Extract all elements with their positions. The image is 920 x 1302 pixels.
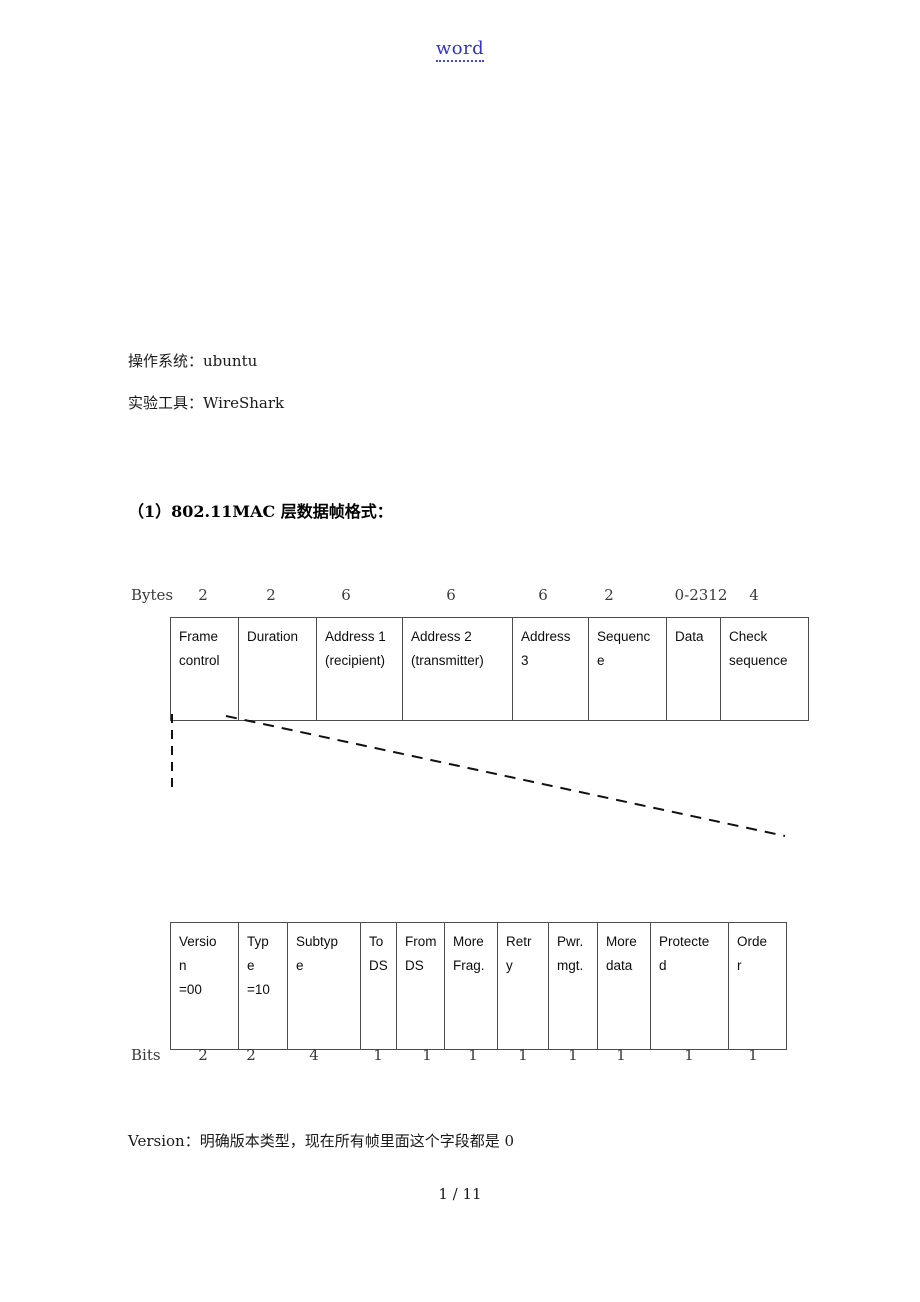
bits-value: 1 (616, 1046, 626, 1064)
section-heading: （1）802.11MAC 层数据帧格式： (128, 502, 393, 521)
cell-check-sequence: Check sequence (720, 617, 809, 721)
cell-data: Data (666, 617, 721, 721)
word-doc-link-label: word (435, 38, 485, 62)
cell-duration: Duration (238, 617, 317, 721)
bits-measure-row: Bits 2 2 4 1 1 1 1 1 1 1 1 (131, 1046, 831, 1068)
bits-value: 2 (246, 1046, 256, 1064)
table-row: Frame control Duration Address 1 (recipien… (170, 617, 809, 721)
bytes-value: 6 (538, 586, 548, 604)
bits-value: 1 (468, 1046, 478, 1064)
bytes-value: 6 (341, 586, 351, 604)
bytes-value: 2 (266, 586, 276, 604)
cell-frame-control: Frame control (170, 617, 239, 721)
bits-value: 1 (748, 1046, 758, 1064)
bits-value: 1 (568, 1046, 578, 1064)
bits-value: 2 (198, 1046, 208, 1064)
bytes-value: 4 (749, 586, 759, 604)
cell-type: Typ e =10 (238, 922, 288, 1050)
connector-diagonal-dash (225, 715, 786, 837)
cell-sequence: Sequenc e (588, 617, 667, 721)
word-doc-link[interactable]: word (0, 38, 920, 62)
page-indicator: 1 / 11 (438, 1185, 482, 1203)
cell-subtype: Subtyp e (287, 922, 361, 1050)
document-page: word 操作系统：ubuntu 实验工具：WireShark （1）802.1… (0, 0, 920, 1302)
bits-value: 1 (373, 1046, 383, 1064)
bytes-measure-row: Bytes 2 2 6 6 6 2 0-2312 4 (131, 586, 831, 608)
page-footer: 1 / 11 (0, 1185, 920, 1203)
bits-label: Bits (131, 1046, 161, 1064)
cell-protected: Protecte d (650, 922, 729, 1050)
tool-line: 实验工具：WireShark (128, 394, 285, 412)
cell-from-ds: From DS (396, 922, 445, 1050)
frame-control-bits-table: Versio n =00 Typ e =10 Subtyp e To DS From DS M… (170, 922, 787, 1050)
cell-more-frag: More Frag. (444, 922, 498, 1050)
bits-value: 1 (422, 1046, 432, 1064)
bytes-value: 2 (198, 586, 208, 604)
bytes-value: 0-2312 (674, 586, 728, 604)
table-row: Versio n =00 Typ e =10 Subtyp e To DS From DS M… (170, 922, 787, 1050)
mac-frame-format-table: Frame control Duration Address 1 (recipien… (170, 617, 809, 721)
bits-value: 1 (518, 1046, 528, 1064)
bits-value: 4 (309, 1046, 319, 1064)
cell-version: Versio n =00 (170, 922, 239, 1050)
cell-address-2: Address 2 (transmitter) (402, 617, 513, 721)
cell-address-3: Address 3 (512, 617, 589, 721)
os-line: 操作系统：ubuntu (128, 352, 258, 370)
cell-address-1: Address 1 (recipient) (316, 617, 403, 721)
cell-retry: Retr y (497, 922, 549, 1050)
cell-to-ds: To DS (360, 922, 397, 1050)
cell-order: Orde r (728, 922, 787, 1050)
cell-pwr-mgt: Pwr. mgt. (548, 922, 598, 1050)
bits-value: 1 (684, 1046, 694, 1064)
bytes-value: 2 (604, 586, 614, 604)
bytes-value: 6 (446, 586, 456, 604)
version-note: Version：明确版本类型，现在所有帧里面这个字段都是 0 (128, 1132, 515, 1150)
cell-more-data: More data (597, 922, 651, 1050)
bytes-label: Bytes (131, 586, 174, 604)
